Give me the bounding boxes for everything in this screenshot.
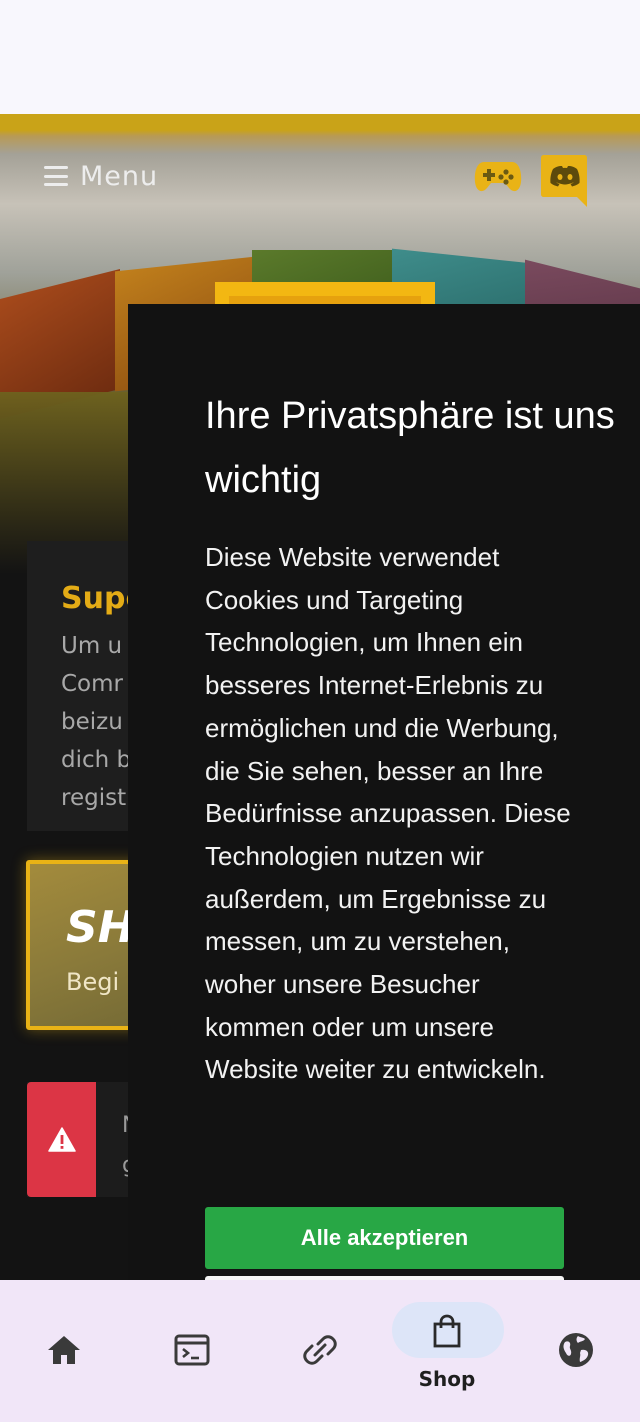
discord-icon[interactable] [541, 155, 587, 207]
promo-title: SH [66, 902, 135, 953]
menu-button[interactable]: Menu [44, 160, 158, 192]
alert-icon-container [27, 1082, 96, 1197]
cookie-title: Ihre Privatsphäre ist uns wichtig [205, 395, 615, 501]
menu-label: Menu [80, 160, 159, 192]
shopping-bag-icon [433, 1314, 461, 1348]
terminal-window-icon [174, 1334, 210, 1366]
hamburger-icon [44, 166, 68, 186]
status-bar-area [0, 0, 640, 114]
promo-subtitle: Begi [66, 968, 120, 996]
link-icon [303, 1335, 337, 1365]
nav-item-terminal[interactable] [128, 1280, 256, 1422]
home-icon [48, 1336, 80, 1364]
nav-item-links[interactable] [256, 1280, 384, 1422]
nav-label-shop: Shop [418, 1367, 476, 1391]
cookie-description: Diese Website verwendet Cookies und Targ… [205, 542, 571, 1085]
accept-all-button[interactable]: Alle akzeptieren [205, 1207, 564, 1269]
nav-item-home[interactable] [0, 1280, 128, 1422]
bottom-navigation-bar: Shop [0, 1280, 640, 1422]
globe-icon [559, 1333, 593, 1367]
nav-item-shop[interactable]: Shop [383, 1280, 511, 1422]
warning-icon [48, 1127, 76, 1152]
gamepad-icon[interactable] [474, 158, 522, 196]
cookie-consent-panel: Ihre Privatsphäre ist uns wichtig Diese … [128, 304, 640, 1286]
nav-item-globe[interactable] [512, 1280, 640, 1422]
